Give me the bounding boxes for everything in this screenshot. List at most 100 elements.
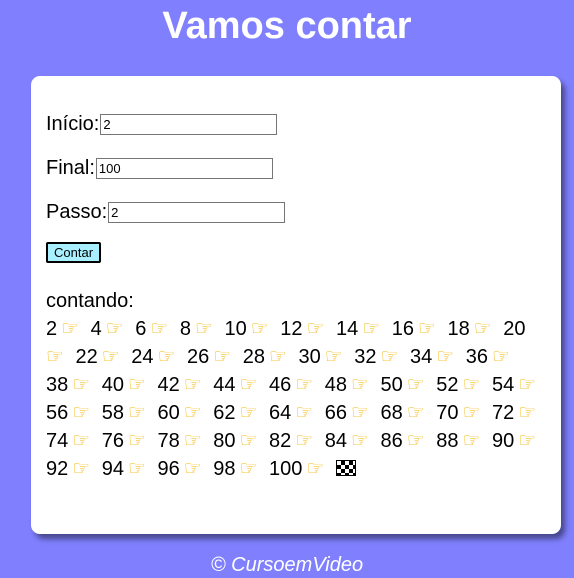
pointing-hand-icon: ☞ (72, 428, 91, 452)
count-number: 46 (269, 374, 292, 396)
count-number: 36 (465, 346, 488, 368)
passo-input[interactable] (108, 201, 286, 223)
final-label: Final: (46, 156, 95, 179)
pointing-hand-icon: ☞ (462, 372, 481, 396)
pointing-hand-icon: ☞ (406, 372, 425, 396)
pointing-hand-icon: ☞ (462, 428, 481, 452)
pointing-hand-icon: ☞ (406, 400, 425, 424)
pointing-hand-icon: ☞ (473, 316, 492, 340)
count-number: 16 (391, 318, 414, 340)
count-number: 42 (157, 374, 180, 396)
pointing-hand-icon: ☞ (295, 428, 314, 452)
pointing-hand-icon: ☞ (183, 456, 202, 480)
pointing-hand-icon: ☞ (72, 372, 91, 396)
count-number: 4 (90, 318, 102, 340)
inicio-input[interactable] (100, 113, 278, 135)
pointing-hand-icon: ☞ (250, 316, 269, 340)
pointing-hand-icon: ☞ (462, 400, 481, 424)
passo-row: Passo: (46, 198, 546, 226)
count-number: 48 (324, 374, 347, 396)
pointing-hand-icon: ☞ (183, 400, 202, 424)
pointing-hand-icon: ☞ (518, 428, 537, 452)
count-number: 40 (101, 374, 124, 396)
pointing-hand-icon: ☞ (46, 344, 64, 368)
count-number: 74 (46, 430, 69, 452)
inicio-label: Início: (46, 112, 100, 135)
count-number: 70 (436, 402, 459, 424)
pointing-hand-icon: ☞ (351, 428, 369, 452)
count-list: 2 ☞ 4 ☞ 6 ☞ 8 ☞ 10 ☞ 12 ☞ 14 ☞ 16 ☞ 18 ☞ 20☞ 22 ☞ … (46, 316, 542, 480)
pointing-hand-icon: ☞ (436, 344, 455, 368)
count-number: 78 (157, 430, 180, 452)
inicio-row: Início: (46, 110, 546, 138)
pointing-hand-icon: ☞ (183, 428, 202, 452)
count-number: 14 (336, 318, 359, 340)
count-number: 50 (380, 374, 403, 396)
pointing-hand-icon: ☞ (351, 400, 369, 424)
count-number: 10 (224, 318, 247, 340)
count-number: 66 (324, 402, 347, 424)
pointing-hand-icon: ☞ (492, 344, 510, 368)
count-number: 24 (131, 346, 154, 368)
button-row: Contar (46, 242, 546, 264)
pointing-hand-icon: ☞ (324, 344, 343, 368)
pointing-hand-icon: ☞ (306, 456, 325, 480)
count-number: 22 (75, 346, 98, 368)
final-row: Final: (46, 154, 546, 182)
pointing-hand-icon: ☞ (157, 344, 176, 368)
count-number: 58 (101, 402, 124, 424)
count-number: 94 (101, 458, 124, 480)
pointing-hand-icon: ☞ (195, 316, 213, 340)
count-number: 30 (298, 346, 321, 368)
count-number: 84 (324, 430, 347, 452)
pointing-hand-icon: ☞ (239, 372, 258, 396)
count-number: 72 (492, 402, 515, 424)
count-number: 12 (280, 318, 303, 340)
count-number: 18 (447, 318, 470, 340)
result-label: contando: (46, 290, 134, 312)
count-number: 32 (354, 346, 377, 368)
pointing-hand-icon: ☞ (351, 372, 369, 396)
pointing-hand-icon: ☞ (128, 428, 146, 452)
pointing-hand-icon: ☞ (128, 372, 146, 396)
count-number: 60 (157, 402, 180, 424)
footer-credit: © CursoemVideo (210, 554, 364, 576)
pointing-hand-icon: ☞ (150, 316, 169, 340)
pointing-hand-icon: ☞ (183, 372, 202, 396)
pointing-hand-icon: ☞ (406, 428, 425, 452)
count-number: 44 (213, 374, 236, 396)
pointing-hand-icon: ☞ (380, 344, 399, 368)
count-number: 20 (503, 318, 526, 340)
count-number: 88 (436, 430, 459, 452)
pointing-hand-icon: ☞ (418, 316, 436, 340)
count-number: 80 (213, 430, 236, 452)
page-title: Vamos contar (162, 5, 412, 47)
count-number: 28 (242, 346, 265, 368)
count-number: 6 (135, 318, 147, 340)
pointing-hand-icon: ☞ (72, 456, 91, 480)
count-number: 68 (380, 402, 403, 424)
pointing-hand-icon: ☞ (128, 400, 146, 424)
pointing-hand-icon: ☞ (105, 316, 124, 340)
pointing-hand-icon: ☞ (101, 344, 120, 368)
checkered-flag-icon (335, 460, 356, 476)
pointing-hand-icon: ☞ (295, 372, 314, 396)
pointing-hand-icon: ☞ (239, 456, 258, 480)
main-card: Início: Final: Passo: Contar contando: 2… (31, 76, 561, 534)
count-number: 34 (410, 346, 433, 368)
pointing-hand-icon: ☞ (213, 344, 232, 368)
pointing-hand-icon: ☞ (239, 428, 258, 452)
pointing-hand-icon: ☞ (518, 400, 537, 424)
contar-button[interactable]: Contar (46, 242, 102, 263)
pointing-hand-icon: ☞ (362, 316, 381, 340)
count-number: 62 (213, 402, 236, 424)
count-number: 56 (46, 402, 69, 424)
pointing-hand-icon: ☞ (295, 400, 314, 424)
count-number: 90 (492, 430, 515, 452)
count-number: 92 (46, 458, 69, 480)
count-number: 64 (269, 402, 292, 424)
count-number: 76 (101, 430, 124, 452)
final-input[interactable] (95, 157, 273, 179)
count-number: 52 (436, 374, 459, 396)
pointing-hand-icon: ☞ (306, 316, 325, 340)
